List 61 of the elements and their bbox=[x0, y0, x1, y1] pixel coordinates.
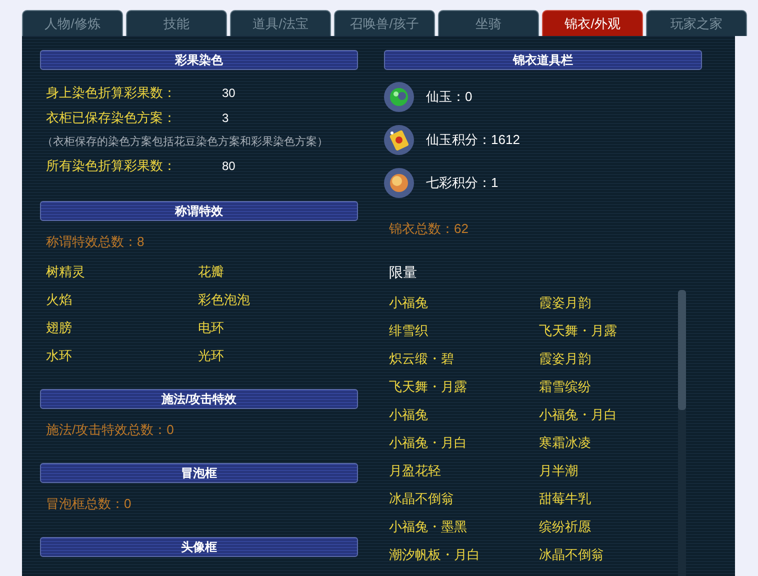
wardrobe-item[interactable]: 冰晶不倒翁 bbox=[389, 490, 539, 508]
tab[interactable]: 锦衣/外观 bbox=[542, 10, 643, 36]
wardrobe-item[interactable]: 炽云缎・碧 bbox=[389, 350, 539, 368]
currency-label: 仙玉积分：1612 bbox=[426, 131, 520, 150]
wardrobe-item[interactable]: 潮汐帆板・月白 bbox=[389, 546, 539, 564]
section-header: 头像框 bbox=[40, 537, 358, 557]
section-header: 锦衣道具栏 bbox=[384, 50, 702, 70]
jade-icon bbox=[384, 82, 414, 112]
effect-item: 电环 bbox=[198, 319, 225, 337]
stat-label: 所有染色折算彩果数： bbox=[46, 157, 177, 175]
total-count: 施法/攻击特效总数：0 bbox=[45, 421, 175, 439]
section-header: 冒泡框 bbox=[40, 463, 358, 483]
wardrobe-item[interactable]: 缤纷祈愿 bbox=[539, 518, 689, 536]
scrollbar[interactable] bbox=[678, 290, 686, 576]
wardrobe-item[interactable]: 月盈花轻 bbox=[389, 462, 539, 480]
tab[interactable]: 人物/修炼 bbox=[22, 10, 123, 36]
wardrobe-item[interactable]: 小福兔・月白 bbox=[389, 434, 539, 452]
stat-label: 衣柜已保存染色方案： bbox=[46, 109, 177, 127]
section-header: 称谓特效 bbox=[40, 201, 358, 221]
effect-item: 翅膀 bbox=[46, 319, 73, 337]
wardrobe-item[interactable]: 霞姿月韵 bbox=[539, 350, 689, 368]
wardrobe-item[interactable]: 飞天舞・月露 bbox=[539, 322, 689, 340]
section-header: 施法/攻击特效 bbox=[40, 389, 358, 409]
tab[interactable]: 道具/法宝 bbox=[230, 10, 331, 36]
stat-label: 身上染色折算彩果数： bbox=[46, 84, 177, 102]
tab[interactable]: 玩家之家 bbox=[646, 10, 747, 36]
tab[interactable]: 召唤兽/孩子 bbox=[334, 10, 435, 36]
effect-item: 彩色泡泡 bbox=[198, 291, 251, 309]
group-label: 限量 bbox=[388, 263, 418, 281]
currency-label: 七彩积分：1 bbox=[426, 174, 498, 192]
wardrobe-item[interactable]: 小福兔・月白 bbox=[539, 406, 689, 424]
wardrobe-item[interactable]: 霞姿月韵 bbox=[539, 294, 689, 312]
wardrobe-item[interactable]: 霜雪缤纷 bbox=[539, 378, 689, 396]
wardrobe-item[interactable]: 冰晶不倒翁 bbox=[539, 546, 689, 564]
total-count: 冒泡框总数：0 bbox=[45, 495, 132, 513]
wardrobe-item[interactable]: 寒霜冰凌 bbox=[539, 434, 689, 452]
wardrobe-item[interactable]: 月半潮 bbox=[539, 462, 689, 480]
card-icon bbox=[384, 125, 414, 155]
note-text: （衣柜保存的染色方案包括花豆染色方案和彩果染色方案） bbox=[42, 134, 329, 150]
effect-item: 火焰 bbox=[46, 291, 73, 309]
currency-label: 仙玉：0 bbox=[426, 88, 472, 106]
wardrobe-item[interactable]: 飞天舞・月露 bbox=[389, 378, 539, 396]
orb-icon bbox=[384, 168, 414, 198]
tab[interactable]: 坐骑 bbox=[438, 10, 539, 36]
total-count: 称谓特效总数：8 bbox=[45, 233, 146, 251]
total-count: 锦衣总数：62 bbox=[388, 220, 470, 238]
stat-value: 30 bbox=[222, 85, 236, 102]
stat-value: 3 bbox=[222, 110, 229, 127]
stat-value: 80 bbox=[222, 158, 236, 175]
wardrobe-item[interactable]: 小福兔 bbox=[389, 294, 539, 312]
wardrobe-item[interactable]: 绯雪织 bbox=[389, 322, 539, 340]
section-header: 彩果染色 bbox=[40, 50, 358, 70]
effect-item: 水环 bbox=[46, 347, 73, 365]
effect-item: 树精灵 bbox=[46, 263, 86, 281]
effect-item: 花瓣 bbox=[198, 263, 225, 281]
wardrobe-item[interactable]: 小福兔 bbox=[389, 406, 539, 424]
effect-item: 光环 bbox=[198, 347, 225, 365]
wardrobe-item[interactable]: 甜莓牛乳 bbox=[539, 490, 689, 508]
wardrobe-item[interactable]: 小福兔・墨黑 bbox=[389, 518, 539, 536]
scrollbar-thumb[interactable] bbox=[678, 290, 686, 410]
tab[interactable]: 技能 bbox=[126, 10, 227, 36]
